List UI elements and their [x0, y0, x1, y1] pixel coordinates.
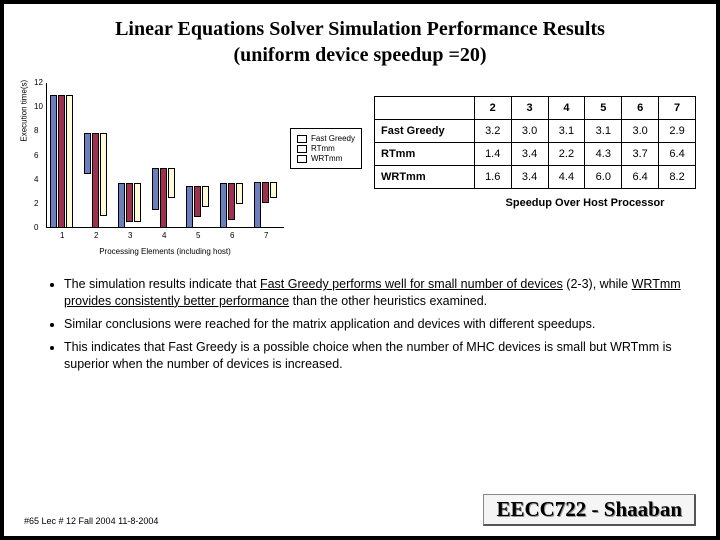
- legend-item: RTmm: [297, 144, 355, 153]
- legend-item: WRTmm: [297, 154, 355, 163]
- bullet-item: The simulation results indicate that Fas…: [64, 276, 696, 310]
- table-row: Fast Greedy 3.2 3.0 3.1 3.1 3.0 2.9: [375, 120, 696, 143]
- table-cell: 3.7: [622, 143, 659, 166]
- table-header-cell: 2: [474, 97, 511, 120]
- table-caption: Speedup Over Host Processor: [474, 197, 696, 209]
- table-cell: 2.2: [548, 143, 585, 166]
- legend-label: RTmm: [311, 144, 335, 153]
- table-cell: 1.6: [474, 166, 511, 189]
- table-cell: 1.4: [474, 143, 511, 166]
- table-cell: 4.3: [585, 143, 622, 166]
- table-header-cell: 3: [511, 97, 548, 120]
- footer: #65 Lec # 12 Fall 2004 11-8-2004 EECC722…: [24, 494, 696, 526]
- x-axis-label: Processing Elements (including host): [46, 247, 284, 256]
- speedup-table: 2 3 4 5 6 7 Fast Greedy 3.2 3.0 3.1 3.1 …: [374, 96, 696, 189]
- table-header-cell: 4: [548, 97, 585, 120]
- y-axis-label: Execution time(s): [20, 80, 29, 142]
- table-cell: 6.0: [585, 166, 622, 189]
- table-header-row: 2 3 4 5 6 7: [375, 97, 696, 120]
- table-cell: 3.1: [585, 120, 622, 143]
- table-area: 2 3 4 5 6 7 Fast Greedy 3.2 3.0 3.1 3.1 …: [374, 96, 696, 209]
- table-header-cell: [375, 97, 475, 120]
- table-cell: 3.4: [511, 143, 548, 166]
- table-row: WRTmm 1.6 3.4 4.4 6.0 6.4 8.2: [375, 166, 696, 189]
- table-header-cell: 5: [585, 97, 622, 120]
- bullet-item: This indicates that Fast Greedy is a pos…: [64, 339, 696, 373]
- footer-info: #65 Lec # 12 Fall 2004 11-8-2004: [24, 516, 158, 526]
- slide: Linear Equations Solver Simulation Perfo…: [0, 0, 720, 540]
- table-header-cell: 7: [659, 97, 696, 120]
- row-label: RTmm: [375, 143, 475, 166]
- legend-swatch: [297, 145, 307, 153]
- table-cell: 4.4: [548, 166, 585, 189]
- chart-legend: Fast Greedy RTmm WRTmm: [290, 128, 362, 169]
- table-cell: 3.1: [548, 120, 585, 143]
- table-cell: 2.9: [659, 120, 696, 143]
- content-row: Execution time(s) Processing Elements (i…: [24, 78, 696, 258]
- bullet-item: Similar conclusions were reached for the…: [64, 316, 696, 333]
- legend-swatch: [297, 135, 307, 143]
- y-axis: [46, 83, 47, 228]
- bullet-list: The simulation results indicate that Fas…: [24, 276, 696, 372]
- title-line-2: (uniform device speedup =20): [233, 44, 486, 66]
- table-cell: 6.4: [622, 166, 659, 189]
- table-header-cell: 6: [622, 97, 659, 120]
- legend-label: WRTmm: [311, 154, 342, 163]
- chart-area: Execution time(s) Processing Elements (i…: [24, 78, 364, 258]
- slide-title: Linear Equations Solver Simulation Perfo…: [24, 16, 696, 68]
- bar-chart: Execution time(s) Processing Elements (i…: [24, 78, 364, 258]
- legend-label: Fast Greedy: [311, 134, 355, 143]
- legend-item: Fast Greedy: [297, 134, 355, 143]
- row-label: WRTmm: [375, 166, 475, 189]
- table-cell: 3.4: [511, 166, 548, 189]
- table-cell: 3.2: [474, 120, 511, 143]
- table-cell: 3.0: [622, 120, 659, 143]
- footer-course: EECC722 - Shaaban: [483, 494, 696, 526]
- title-line-1: Linear Equations Solver Simulation Perfo…: [115, 18, 605, 40]
- table-cell: 6.4: [659, 143, 696, 166]
- row-label: Fast Greedy: [375, 120, 475, 143]
- table-cell: 8.2: [659, 166, 696, 189]
- table-cell: 3.0: [511, 120, 548, 143]
- legend-swatch: [297, 155, 307, 163]
- table-row: RTmm 1.4 3.4 2.2 4.3 3.7 6.4: [375, 143, 696, 166]
